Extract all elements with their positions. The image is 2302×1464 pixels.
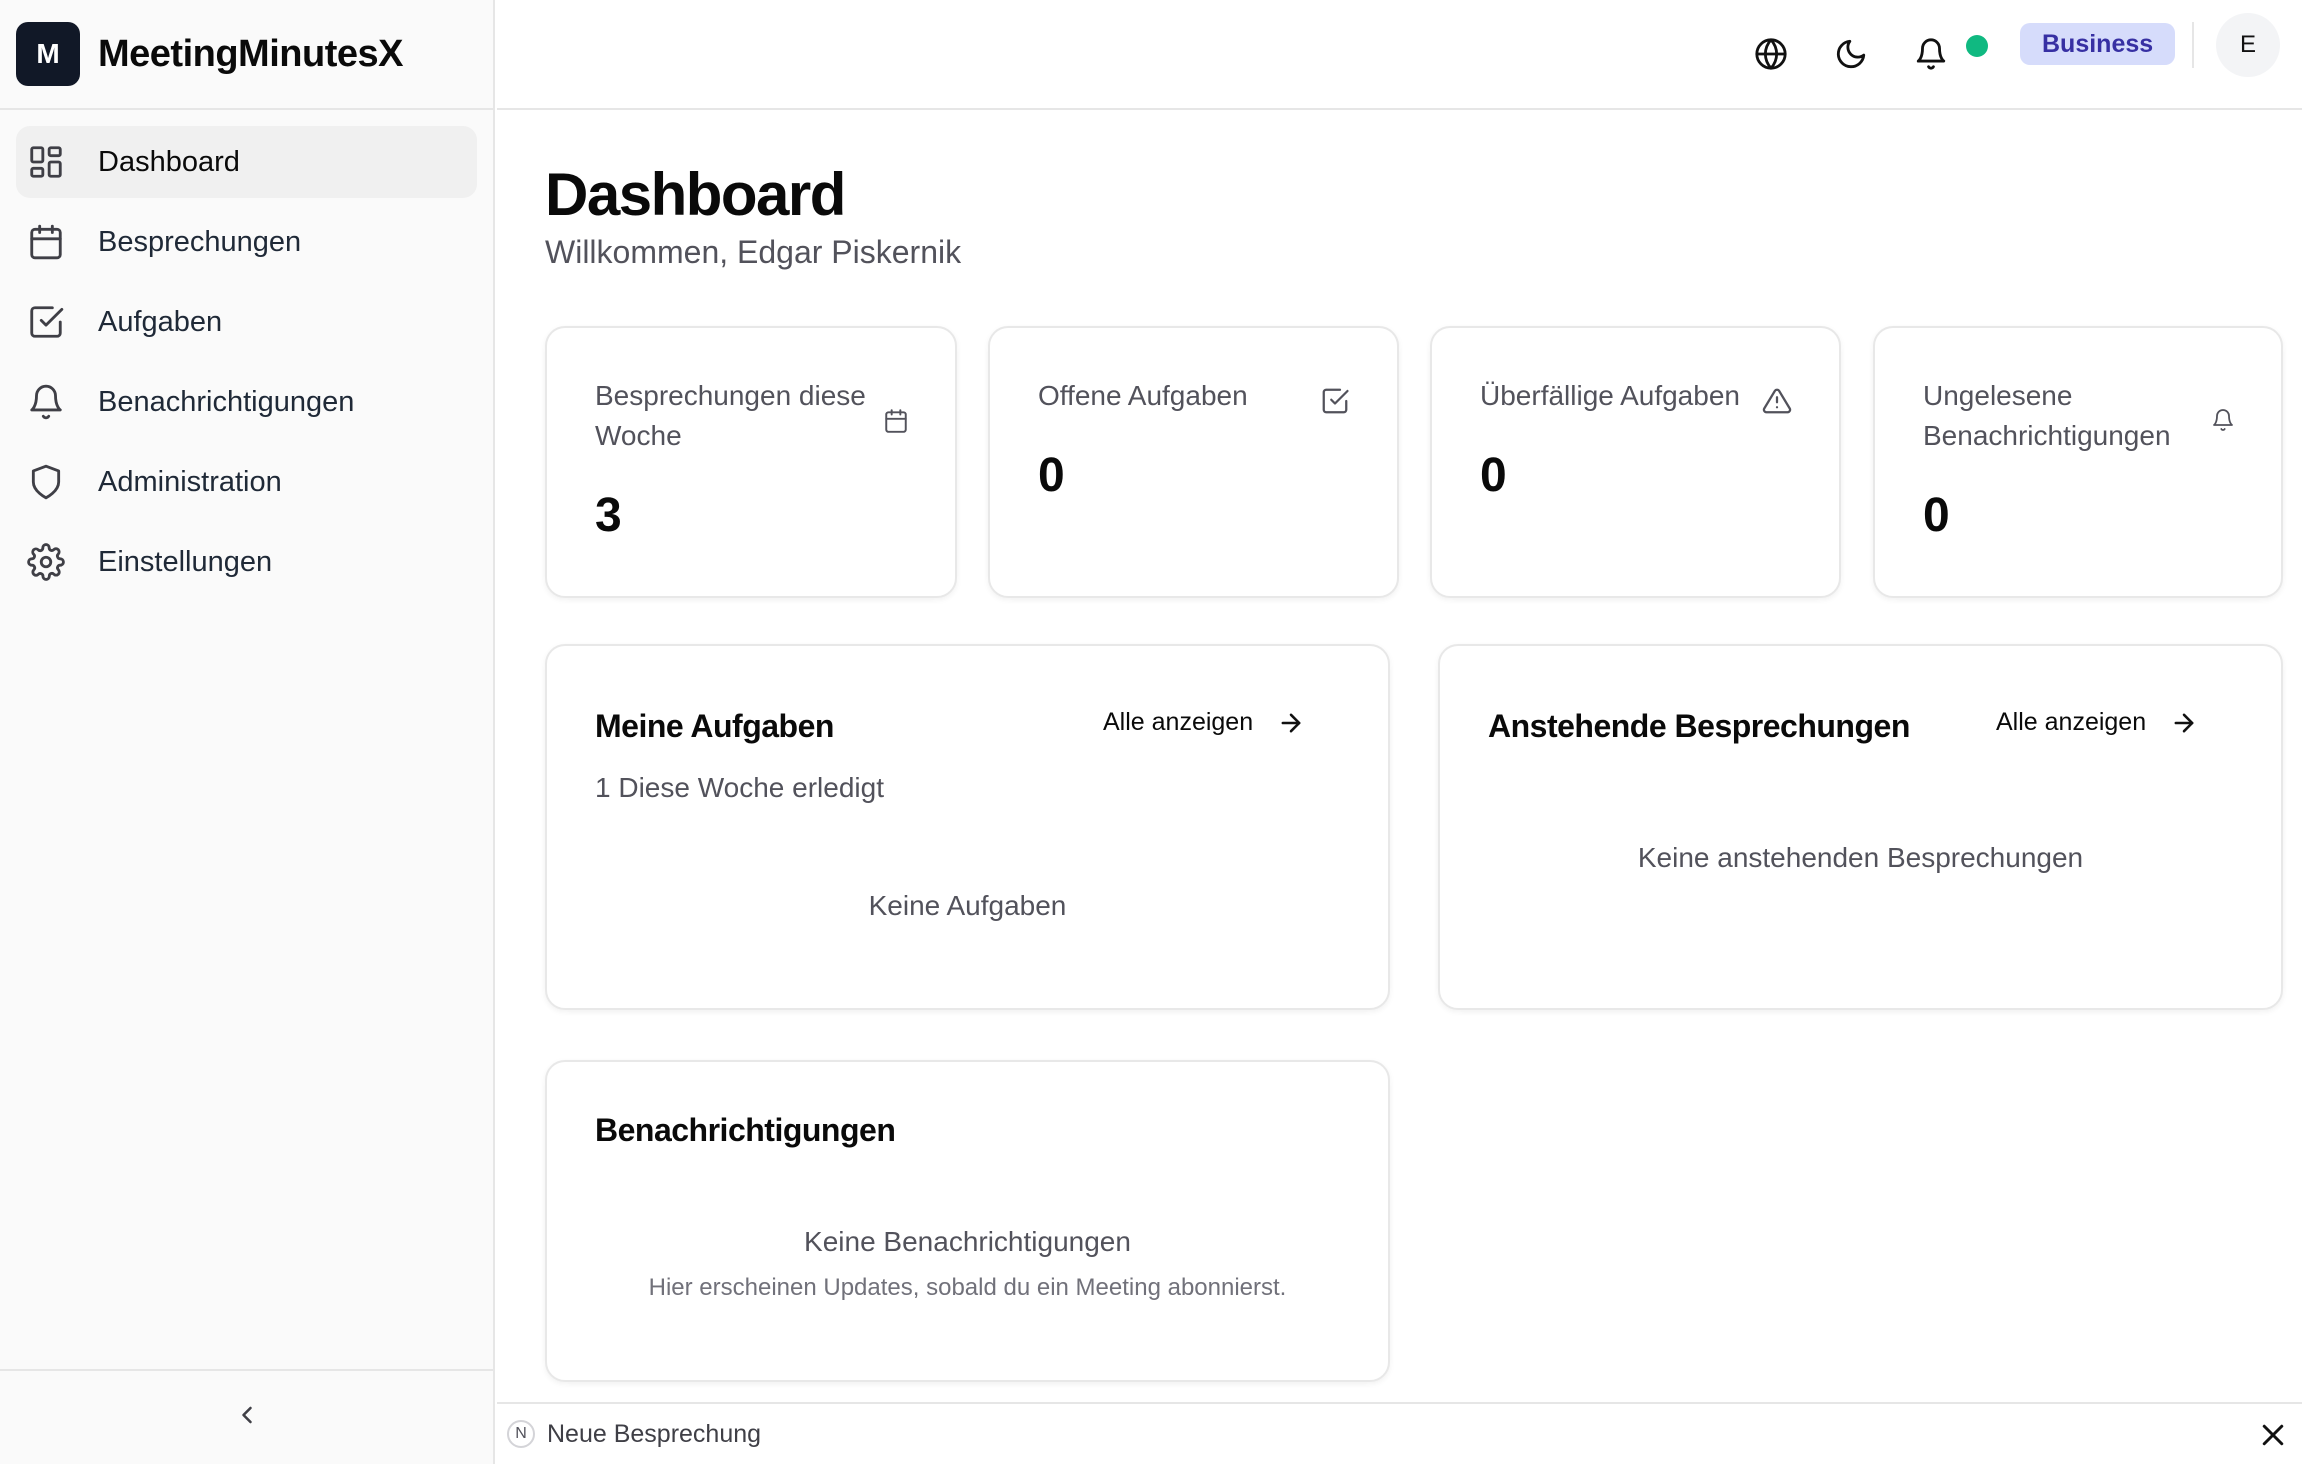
layout-grid-icon [26,142,66,182]
sidebar-item-administration[interactable]: Administration [16,446,477,518]
stat-label: Besprechungen diese Woche [595,380,866,451]
globe-icon[interactable] [1743,26,1799,82]
sidebar-nav: Dashboard Besprechungen Aufgaben Benachr… [0,110,493,598]
top-header: Business E [497,0,2302,110]
stat-card-meetings-week[interactable]: Besprechungen diese Woche 3 [545,326,957,598]
upcoming-meetings-panel: Anstehende Besprechungen Alle anzeigen K… [1438,644,2283,1010]
stat-value: 3 [595,489,622,542]
sidebar-item-label: Einstellungen [98,545,273,578]
avatar[interactable]: E [2216,13,2280,77]
online-status-indicator [1966,35,1988,57]
view-all-label: Alle anzeigen [1103,708,1254,736]
empty-state-text: Keine Benachrichtigungen [804,1226,1131,1257]
stat-card-overdue-tasks[interactable]: Überfällige Aufgaben 0 [1430,326,1841,598]
shortcut-key-badge: N [507,1420,535,1448]
calendar-icon [883,408,909,434]
view-all-meetings-link[interactable]: Alle anzeigen [1996,708,2198,737]
calendar-icon [26,222,66,262]
stat-value: 0 [1038,449,1065,502]
sidebar-item-label: Aufgaben [98,305,223,338]
alert-triangle-icon [1762,386,1792,416]
moon-icon[interactable] [1823,26,1879,82]
gear-icon [26,542,66,582]
stat-value: 0 [1923,489,1950,542]
stat-label: Ungelesene Benachrichtigungen [1923,380,2171,451]
check-square-icon [1320,386,1350,416]
sidebar-item-label: Administration [98,465,282,498]
stat-card-open-tasks[interactable]: Offene Aufgaben 0 [988,326,1399,598]
bottom-quick-action-bar: N Neue Besprechung [497,1402,2302,1464]
sidebar-item-aufgaben[interactable]: Aufgaben [16,286,477,358]
check-square-icon [26,302,66,342]
panel-title: Meine Aufgaben [595,708,834,744]
arrow-right-icon [1281,713,1301,732]
shield-icon [26,462,66,502]
sidebar: M MeetingMinutesX Dashboard Besprechunge… [0,0,495,1464]
panel-title: Benachrichtigungen [595,1112,896,1148]
page-subtitle: Willkommen, Edgar Piskernik [545,234,962,270]
empty-state-text: Keine anstehenden Besprechungen [1637,842,2084,873]
app-name: MeetingMinutesX [98,32,403,75]
sidebar-item-dashboard[interactable]: Dashboard [16,126,477,198]
view-all-tasks-link[interactable]: Alle anzeigen [1103,708,1305,737]
tasks-panel: Meine Aufgaben Alle anzeigen 1 Diese Woc… [545,644,1390,1010]
app-logo: M [16,22,80,86]
stat-label: Offene Aufgaben [1038,380,1248,411]
panel-title: Anstehende Besprechungen [1488,708,1910,744]
sidebar-item-label: Besprechungen [98,225,302,258]
notifications-panel: Benachrichtigungen Keine Benachrichtigun… [545,1060,1390,1382]
bell-icon[interactable] [1903,26,1959,82]
stat-card-unread-notifications[interactable]: Ungelesene Benachrichtigungen 0 [1873,326,2283,598]
sidebar-item-label: Benachrichtigungen [98,385,355,418]
plan-badge[interactable]: Business [2020,23,2176,65]
stat-label: Überfällige Aufgaben [1480,380,1740,411]
sidebar-item-einstellungen[interactable]: Einstellungen [16,526,477,598]
new-meeting-action[interactable]: Neue Besprechung [547,1420,761,1449]
bell-icon [26,382,66,422]
sidebar-item-benachrichtigungen[interactable]: Benachrichtigungen [16,366,477,438]
close-icon[interactable] [2258,1420,2288,1450]
bell-icon [2211,408,2235,432]
arrow-right-icon [2174,713,2194,732]
sidebar-item-besprechungen[interactable]: Besprechungen [16,206,477,278]
tasks-completed-summary: 1 Diese Woche erledigt [595,772,884,803]
empty-state-text: Keine Aufgaben [868,890,1067,921]
sidebar-item-label: Dashboard [98,145,240,178]
empty-state-subtext: Hier erscheinen Updates, sobald du ein M… [648,1274,1287,1301]
page-title: Dashboard [545,161,846,228]
brand[interactable]: M MeetingMinutesX [0,0,493,110]
sidebar-footer [0,1369,493,1464]
header-divider [2192,22,2194,68]
view-all-label: Alle anzeigen [1996,708,2147,736]
main-content: Dashboard Willkommen, Edgar Piskernik Be… [497,112,2302,1402]
stat-value: 0 [1480,449,1507,502]
chevron-left-icon[interactable] [233,1401,261,1434]
